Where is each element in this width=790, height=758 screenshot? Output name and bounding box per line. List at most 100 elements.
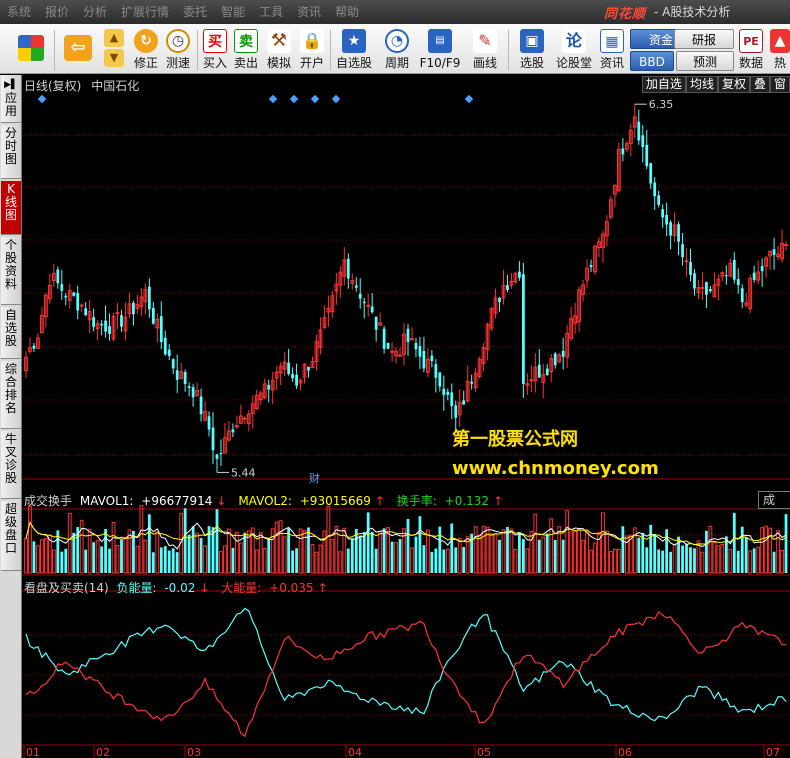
- positive-energy-label: 大能量:: [221, 581, 262, 595]
- indicator-name: 看盘及买卖(14): [24, 581, 109, 595]
- bbd-button[interactable]: BBD: [630, 51, 674, 71]
- volume-bar-up: [700, 551, 705, 574]
- scroll-updown-button[interactable]: ▲ ▼: [102, 27, 126, 73]
- tab-stock-profile[interactable]: 个股资料: [1, 237, 21, 305]
- volume-bar-down: [163, 546, 167, 573]
- news-button[interactable]: ▦ 资讯: [596, 27, 628, 73]
- volume-bar-up: [223, 545, 227, 574]
- candle-down: [108, 326, 111, 334]
- candle-down: [553, 353, 557, 366]
- volume-bar-down: [430, 551, 434, 573]
- volume-bar-down: [398, 539, 402, 573]
- negative-energy-readout: 负能量: -0.02 ↓: [116, 581, 213, 595]
- overlay-tab[interactable]: 叠: [749, 76, 770, 93]
- month-tick-label: 03: [187, 746, 201, 758]
- sell-icon: 卖: [234, 29, 258, 53]
- layout-button[interactable]: [14, 27, 48, 73]
- tab-intraday[interactable]: 分时图: [1, 125, 21, 179]
- menu-bar: 系统 报价 分析 扩展行情 委托 智能 工具 资讯 帮助 同花顺 - A股技术分…: [0, 0, 790, 24]
- candle-down: [693, 273, 696, 289]
- hot-button[interactable]: ▲ 热: [770, 27, 790, 73]
- volume-bar-up: [238, 542, 243, 574]
- volume-bar-up: [203, 545, 207, 574]
- open-account-button[interactable]: 🔒 开户: [296, 27, 328, 73]
- volume-bar-down: [784, 514, 788, 573]
- volume-bar-up: [310, 544, 315, 574]
- speedtest-button[interactable]: ◷ 测速: [162, 27, 194, 73]
- volume-bar-down: [537, 539, 541, 573]
- period-button[interactable]: ◔ 周期: [378, 27, 416, 73]
- tab-kline[interactable]: K线图: [1, 181, 21, 235]
- buy-button[interactable]: 买 买入: [200, 27, 230, 73]
- watchlist-button[interactable]: ★ 自选股: [332, 27, 376, 73]
- volume-bar-down: [243, 532, 247, 573]
- data-button[interactable]: PE 数据: [736, 27, 766, 73]
- candle-down: [163, 337, 167, 355]
- volume-bar-up: [95, 539, 100, 574]
- menu-extended-quote[interactable]: 扩展行情: [114, 0, 176, 24]
- volume-bar-down: [215, 509, 219, 573]
- discussion-button[interactable]: 论 论股堂: [556, 27, 592, 73]
- simulate-button[interactable]: ⚒ 模拟: [263, 27, 295, 73]
- tab-apps[interactable]: ▶▌ 应用: [1, 75, 21, 123]
- moving-average-tab[interactable]: 均线: [685, 76, 718, 93]
- candle-down: [151, 308, 155, 324]
- volume-bar-down: [621, 526, 625, 573]
- menu-quote[interactable]: 报价: [38, 0, 76, 24]
- tab-watchlist[interactable]: 自选股: [1, 307, 21, 359]
- volume-bar-up: [573, 530, 578, 574]
- menu-smart[interactable]: 智能: [214, 0, 252, 24]
- volume-bar-down: [752, 548, 756, 573]
- volume-bar-down: [689, 547, 692, 573]
- volume-bar-up: [36, 545, 40, 574]
- add-watchlist-tab[interactable]: 加自选: [641, 76, 686, 93]
- volume-panel-switch[interactable]: 成: [758, 491, 790, 509]
- f10-button[interactable]: ▤ F10/F9: [418, 27, 462, 73]
- adjust-tab[interactable]: 复权: [717, 76, 750, 93]
- layout-grid-icon: [18, 35, 44, 61]
- menu-tools[interactable]: 工具: [252, 0, 290, 24]
- left-tab-strip: ▶▌ 应用 分时图 K线图 个股资料 自选股 综合排名 牛叉诊股 超级盘口: [0, 75, 22, 758]
- volume-bar-down: [649, 524, 653, 573]
- tab-super-level2[interactable]: 超级盘口: [1, 501, 21, 571]
- volume-bar-down: [418, 516, 422, 573]
- menu-news[interactable]: 资讯: [290, 0, 328, 24]
- candle-down: [641, 135, 645, 147]
- refresh-button[interactable]: ↻ 修正: [130, 27, 162, 73]
- financial-report-marker[interactable]: 财: [309, 471, 320, 485]
- chart-area[interactable]: 6.35 5.44 财 01 02 03 04 05 06 07 日线(复权) 中国石化 加…: [22, 75, 790, 758]
- candle-down: [370, 306, 374, 313]
- period-indicator[interactable]: 日线(复权): [24, 79, 81, 93]
- stock-screener-button[interactable]: ▣ 选股: [512, 27, 552, 73]
- tab-ranking[interactable]: 综合排名: [1, 361, 21, 429]
- turnover-value: +0.132: [444, 494, 490, 508]
- candle-down: [736, 279, 740, 286]
- menu-analysis[interactable]: 分析: [76, 0, 114, 24]
- candle-down: [689, 262, 692, 275]
- menu-system[interactable]: 系统: [0, 0, 38, 24]
- tab-diagnosis[interactable]: 牛叉诊股: [1, 431, 21, 499]
- candle-down: [362, 301, 366, 304]
- candle-down: [434, 364, 438, 378]
- forecast-button[interactable]: 预测: [676, 51, 734, 71]
- chart-canvas[interactable]: 6.35 5.44 财 01 02 03 04 05 06 07: [22, 75, 790, 758]
- menu-trade[interactable]: 委托: [176, 0, 214, 24]
- volume-bar-up: [716, 545, 721, 574]
- volume-bar-down: [744, 537, 748, 573]
- candle-down: [215, 454, 219, 459]
- menu-help[interactable]: 帮助: [328, 0, 366, 24]
- volume-bar-up: [258, 532, 263, 574]
- volume-bar-up: [577, 528, 581, 574]
- sell-button[interactable]: 卖 卖出: [231, 27, 261, 73]
- month-tick-label: 02: [96, 746, 110, 758]
- volume-bar-up: [493, 533, 498, 574]
- candle-down: [518, 271, 521, 278]
- window-tab[interactable]: 窗: [769, 76, 790, 93]
- back-button[interactable]: ⇦: [60, 27, 96, 73]
- refresh-label: 修正: [133, 56, 158, 70]
- hammer-icon: ⚒: [267, 29, 291, 53]
- month-tick-label: 01: [26, 746, 40, 758]
- draw-line-button[interactable]: ✎ 画线: [466, 27, 504, 73]
- research-button[interactable]: 研报: [674, 29, 734, 49]
- volume-bar-down: [653, 533, 657, 573]
